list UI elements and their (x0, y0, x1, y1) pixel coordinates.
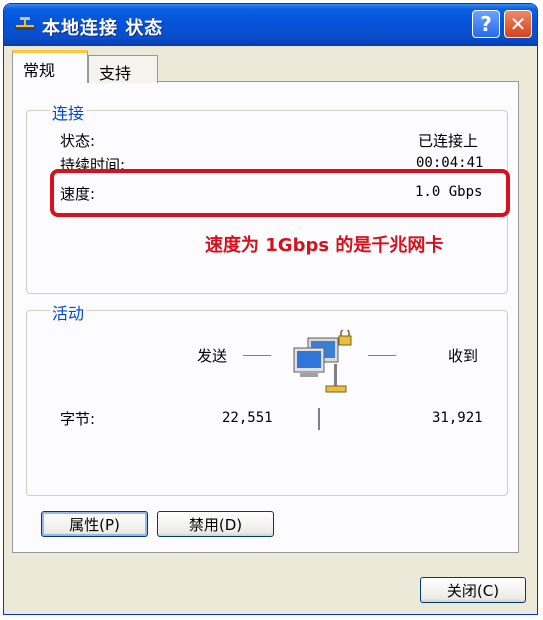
received-line (368, 355, 396, 356)
speed-highlight-box (50, 169, 510, 217)
received-bytes-value: 31,921 (432, 410, 483, 426)
disable-button[interactable]: 禁用(D) (157, 511, 274, 537)
activity-group (26, 310, 508, 496)
close-button[interactable]: 关闭(C) (420, 577, 526, 603)
received-label: 收到 (448, 347, 479, 365)
close-window-button[interactable]: ✕ (504, 10, 532, 38)
sent-line (243, 355, 271, 356)
sent-bytes-value: 22,551 (222, 410, 273, 426)
properties-button[interactable]: 属性(P) (41, 511, 148, 537)
sent-label: 发送 (197, 347, 228, 365)
speed-annotation: 速度为 1Gbps 的是千兆网卡 (205, 235, 444, 256)
network-connection-icon (15, 17, 35, 30)
tab-general[interactable]: 常规 (12, 50, 88, 83)
activity-divider (318, 408, 320, 430)
tab-support[interactable]: 支持 (88, 55, 158, 83)
window-title: 本地连接 状态 (42, 18, 164, 39)
network-computers-icon (293, 330, 352, 393)
status-label: 状态: (60, 132, 96, 150)
bytes-label: 字节: (60, 410, 96, 428)
connection-group-title: 连接 (50, 100, 87, 124)
status-value: 已连接上 (418, 132, 479, 150)
activity-group-title: 活动 (50, 300, 87, 324)
title-bar[interactable]: 本地连接 状态 (4, 4, 537, 46)
help-button[interactable]: ? (472, 10, 500, 38)
